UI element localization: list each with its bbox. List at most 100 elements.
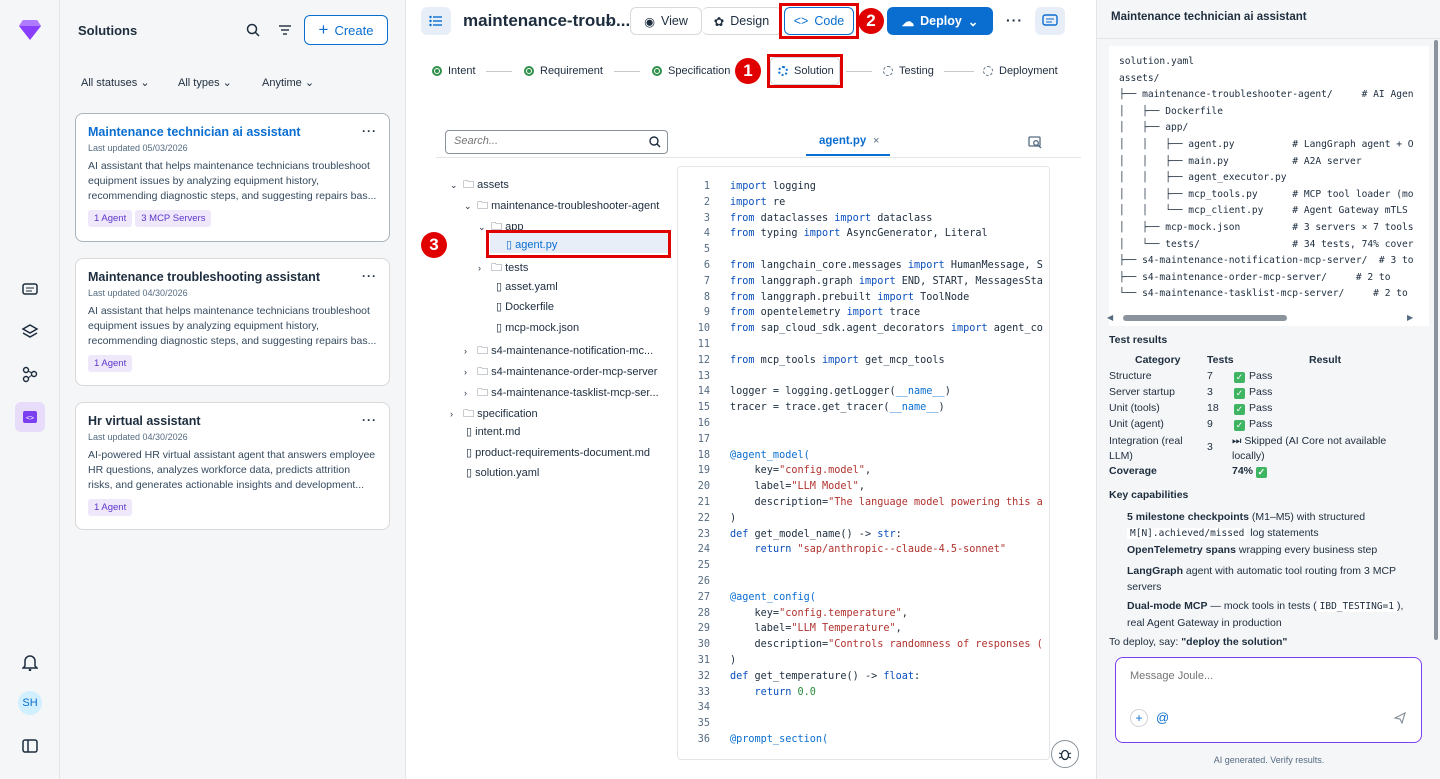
step-testing[interactable]: Testing xyxy=(883,65,934,77)
tree-label: assets xyxy=(477,179,509,191)
bug-icon[interactable] xyxy=(1051,740,1079,768)
card-updated: Last updated 04/30/2026 xyxy=(88,288,188,298)
more-options-icon[interactable]: ··· xyxy=(362,269,377,283)
network-icon[interactable] xyxy=(18,362,42,386)
tree-mcp-mock[interactable]: ▯ mcp-mock.json xyxy=(496,321,579,334)
create-button[interactable]: + Create xyxy=(304,15,388,45)
more-options-icon[interactable]: ··· xyxy=(362,124,377,138)
more-options-icon[interactable]: ··· xyxy=(362,413,377,427)
code-line: 31) xyxy=(678,653,1049,668)
code-text: from langchain_core.messages import Huma… xyxy=(730,260,1043,271)
tree-dockerfile[interactable]: ▯ Dockerfile xyxy=(496,300,554,313)
solution-card[interactable]: Maintenance troubleshooting assistant La… xyxy=(75,258,390,386)
tree-agent-folder[interactable]: ⌄ 🗀 maintenance-troubleshooter-agent xyxy=(464,197,659,216)
step-deployment[interactable]: Deployment xyxy=(983,65,1058,77)
tree-tests-folder[interactable]: › 🗀 tests xyxy=(478,259,528,278)
user-avatar[interactable]: SH xyxy=(18,691,42,715)
divider xyxy=(436,157,1081,158)
mention-icon[interactable]: @ xyxy=(1156,710,1169,725)
scroll-right-icon[interactable]: ▶ xyxy=(1407,313,1413,322)
more-icon[interactable]: ··· xyxy=(1006,12,1023,28)
eye-icon: ◉ xyxy=(644,14,656,29)
code-text: description="The language model powering… xyxy=(730,497,1043,508)
line-number: 1 xyxy=(703,181,710,192)
cap-text: servers xyxy=(1127,581,1162,593)
list-icon[interactable] xyxy=(421,7,451,35)
line-number: 31 xyxy=(697,655,710,666)
yaml-line: solution.yaml xyxy=(1119,56,1195,67)
app-logo-icon[interactable] xyxy=(18,18,42,42)
capability-2: OpenTelemetry spans wrapping every busin… xyxy=(1127,544,1377,556)
message-input[interactable] xyxy=(1130,670,1400,700)
search-icon[interactable] xyxy=(649,136,661,151)
vertical-scrollbar[interactable] xyxy=(1434,40,1438,640)
folder-icon: 🗀 xyxy=(477,345,489,357)
tree-notification-server[interactable]: › 🗀 s4-maintenance-notification-mc... xyxy=(464,342,653,361)
code-line: 13 xyxy=(678,369,1049,384)
scroll-left-icon[interactable]: ◀ xyxy=(1107,313,1113,322)
deploy-button[interactable]: ☁ Deploy ⌄ xyxy=(887,7,993,35)
test-cell: Unit (agent) xyxy=(1109,418,1164,430)
tree-solution-yaml[interactable]: ▯ solution.yaml xyxy=(466,466,539,479)
annotation-box-code xyxy=(779,3,859,39)
tree-prd-md[interactable]: ▯ product-requirements-document.md xyxy=(466,446,650,459)
file-search-input[interactable] xyxy=(454,135,644,147)
title-dropdown-icon[interactable]: ⌄ xyxy=(603,13,614,29)
chat-icon[interactable] xyxy=(18,278,42,302)
palette-icon: ✿ xyxy=(713,14,725,29)
test-result: ✓ Pass xyxy=(1234,402,1272,415)
status-filter[interactable]: All statuses ⌄ xyxy=(81,76,150,89)
tree-tasklist-server[interactable]: › 🗀 s4-maintenance-tasklist-mcp-ser... xyxy=(464,384,659,403)
time-filter[interactable]: Anytime ⌄ xyxy=(262,76,314,89)
tree-intent-md[interactable]: ▯ intent.md xyxy=(466,425,520,438)
solution-card[interactable]: Maintenance technician ai assistant Last… xyxy=(75,113,390,242)
tree-order-server[interactable]: › 🗀 s4-maintenance-order-mcp-server xyxy=(464,363,657,382)
solution-card[interactable]: Hr virtual assistant Last updated 04/30/… xyxy=(75,402,390,530)
horizontal-scrollbar[interactable] xyxy=(1123,315,1287,321)
send-icon[interactable] xyxy=(1393,711,1406,727)
test-results-title: Test results xyxy=(1109,334,1168,346)
line-number: 6 xyxy=(703,260,710,271)
step-requirement[interactable]: Requirement xyxy=(524,65,603,77)
agent-badge: 1 Agent xyxy=(88,210,133,227)
bell-icon[interactable] xyxy=(18,650,42,674)
tree-asset-yaml[interactable]: ▯ asset.yaml xyxy=(496,280,558,293)
search-icon[interactable] xyxy=(246,23,260,40)
file-search[interactable] xyxy=(445,130,668,154)
design-button[interactable]: ✿ Design xyxy=(702,7,782,35)
app-rail: <> SH xyxy=(0,0,60,779)
layers-icon[interactable] xyxy=(18,320,42,344)
folder-icon: 🗀 xyxy=(477,366,489,378)
add-attachment-icon[interactable]: + xyxy=(1130,709,1148,727)
filter-icon[interactable] xyxy=(278,24,292,39)
test-cell: Structure xyxy=(1109,370,1152,382)
code-text: from dataclasses import dataclass xyxy=(730,212,933,224)
cap-code: IBD_TESTING=1 xyxy=(1316,601,1397,612)
tab-close-icon[interactable]: × xyxy=(873,135,879,147)
yaml-line: │ │ ├── agent_executor.py xyxy=(1119,172,1287,184)
yaml-line: ├── s4-maintenance-notification-mcp-serv… xyxy=(1119,255,1414,267)
create-label: Create xyxy=(334,22,374,38)
assistant-toggle-icon[interactable] xyxy=(1035,7,1065,35)
tab-agent-py[interactable]: agent.py xyxy=(819,135,866,147)
step-specification[interactable]: Specification xyxy=(652,65,730,77)
code-text: from langgraph.prebuilt import ToolNode xyxy=(730,291,970,303)
message-box[interactable]: + @ xyxy=(1115,657,1422,743)
code-line: 6 from langchain_core.messages import Hum… xyxy=(678,258,1049,273)
code-editor[interactable]: 1 import logging 2 import re 3 from dataclass… xyxy=(677,166,1050,760)
tree-specification[interactable]: › 🗀 specification xyxy=(450,405,538,424)
tree-assets[interactable]: ⌄ 🗀 assets xyxy=(450,176,509,195)
complete-icon xyxy=(652,66,662,76)
code-line: 12 from mcp_tools import get_mcp_tools xyxy=(678,353,1049,368)
code-line: 34 xyxy=(678,700,1049,715)
yaml-line: │ ├── Dockerfile xyxy=(1119,105,1223,117)
chevron-down-icon: ⌄ xyxy=(450,180,458,190)
view-button[interactable]: ◉ View xyxy=(630,7,702,35)
sidebar-toggle-icon[interactable] xyxy=(18,734,42,758)
step-intent[interactable]: Intent xyxy=(432,65,476,77)
code-nav-icon[interactable]: <> xyxy=(15,402,45,432)
type-filter[interactable]: All types ⌄ xyxy=(178,76,232,89)
file-preview-icon[interactable] xyxy=(1028,136,1042,152)
cap-text: agent with automatic tool routing from 3… xyxy=(1183,565,1397,577)
code-line: 14 logger = logging.getLogger(__name__) xyxy=(678,384,1049,399)
